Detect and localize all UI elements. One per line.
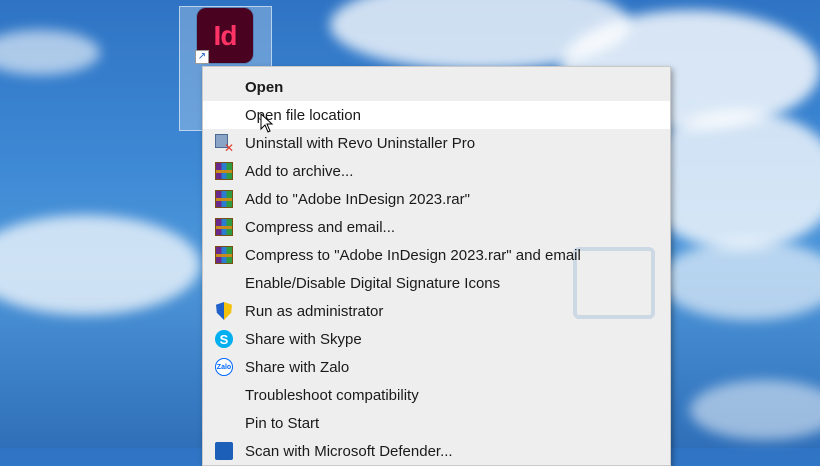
menu-item-label: Add to "Adobe InDesign 2023.rar" bbox=[245, 190, 470, 208]
menu-item-label: Pin to Start bbox=[245, 414, 320, 432]
defender-icon bbox=[215, 442, 233, 460]
winrar-icon bbox=[215, 246, 233, 264]
menu-item-compress-to-rar-and-email[interactable]: Compress to "Adobe InDesign 2023.rar" an… bbox=[203, 241, 670, 269]
winrar-icon bbox=[215, 190, 233, 208]
menu-item-label: Add to archive... bbox=[245, 162, 354, 180]
menu-item-label: Share with Skype bbox=[245, 330, 362, 348]
menu-item-label: Compress and email... bbox=[245, 218, 396, 236]
shortcut-arrow-icon: ↗ bbox=[195, 50, 209, 64]
menu-item-label: Share with Zalo bbox=[245, 358, 350, 376]
menu-item-scan-with-defender[interactable]: Scan with Microsoft Defender... bbox=[203, 437, 670, 465]
menu-item-compress-and-email[interactable]: Compress and email... bbox=[203, 213, 670, 241]
revo-uninstaller-icon: ✕ bbox=[215, 134, 234, 154]
menu-item-uninstall-revo[interactable]: ✕ Uninstall with Revo Uninstaller Pro bbox=[203, 129, 670, 157]
menu-item-label: Open bbox=[245, 78, 284, 96]
menu-item-label: Scan with Microsoft Defender... bbox=[245, 442, 453, 460]
uac-shield-icon bbox=[215, 302, 233, 320]
menu-item-share-with-skype[interactable]: S Share with Skype bbox=[203, 325, 670, 353]
menu-item-digital-signature-icons[interactable]: Enable/Disable Digital Signature Icons bbox=[203, 269, 670, 297]
menu-item-label: Uninstall with Revo Uninstaller Pro bbox=[245, 134, 476, 152]
menu-item-run-as-administrator[interactable]: Run as administrator bbox=[203, 297, 670, 325]
zalo-icon: Zalo bbox=[215, 358, 233, 376]
skype-icon: S bbox=[215, 330, 233, 348]
menu-item-add-to-archive[interactable]: Add to archive... bbox=[203, 157, 670, 185]
menu-item-label: Compress to "Adobe InDesign 2023.rar" an… bbox=[245, 246, 581, 264]
menu-item-add-to-rar[interactable]: Add to "Adobe InDesign 2023.rar" bbox=[203, 185, 670, 213]
menu-item-pin-to-start[interactable]: Pin to Start bbox=[203, 409, 670, 437]
winrar-icon bbox=[215, 162, 233, 180]
menu-item-label: Troubleshoot compatibility bbox=[245, 386, 419, 404]
menu-item-troubleshoot-compatibility[interactable]: Troubleshoot compatibility bbox=[203, 381, 670, 409]
menu-item-open[interactable]: Open bbox=[203, 73, 670, 101]
mouse-cursor-icon bbox=[260, 112, 274, 133]
winrar-icon bbox=[215, 218, 233, 236]
menu-item-share-with-zalo[interactable]: Zalo Share with Zalo bbox=[203, 353, 670, 381]
menu-item-label: Run as administrator bbox=[245, 302, 384, 320]
menu-item-label: Enable/Disable Digital Signature Icons bbox=[245, 274, 501, 292]
indesign-icon-text: Id bbox=[213, 19, 238, 51]
